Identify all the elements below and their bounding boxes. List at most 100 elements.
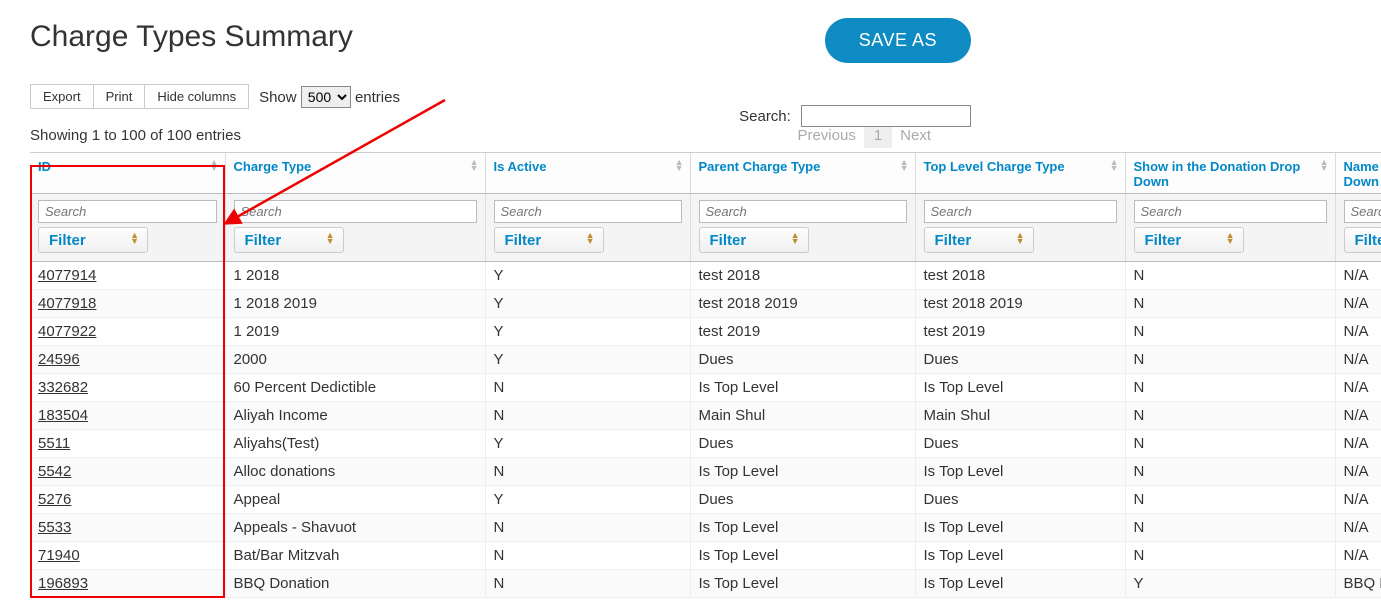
cell-par: Is Top Level [690,458,915,486]
cell-name: N/A [1335,262,1381,290]
id-link[interactable]: 71940 [38,547,80,564]
column-header-act[interactable]: Is Active▲▼ [485,153,690,194]
column-header-ct[interactable]: Charge Type▲▼ [225,153,485,194]
column-header-show[interactable]: Show in the Donation Drop Down▲▼ [1125,153,1335,194]
cell-id: 71940 [30,542,225,570]
column-header-name[interactable]: Name of Donation Drop Down▲▼ [1335,153,1381,194]
cell-ct: 1 2018 2019 [225,290,485,318]
cell-ct: Appeal [225,486,485,514]
cell-act: Y [485,290,690,318]
cell-act: N [485,458,690,486]
cell-show: N [1125,290,1335,318]
id-link[interactable]: 332682 [38,379,88,396]
cell-id: 4077914 [30,262,225,290]
cell-show: N [1125,318,1335,346]
entries-select[interactable]: 500 [301,86,351,108]
cell-id: 24596 [30,346,225,374]
id-link[interactable]: 4077922 [38,323,96,340]
entries-info: Showing 1 to 100 of 100 entries [30,127,241,144]
cell-act: Y [485,262,690,290]
table-row: 40779181 2018 2019Ytest 2018 2019test 20… [30,290,1381,318]
column-filter-act[interactable]: Filter▲▼ [494,227,604,253]
cell-par: Is Top Level [690,570,915,598]
cell-act: Y [485,430,690,458]
cell-name: N/A [1335,458,1381,486]
id-link[interactable]: 5276 [38,491,71,508]
chevron-sort-icon: ▲▼ [791,232,800,244]
hide-columns-button[interactable]: Hide columns [145,84,249,109]
cell-id: 4077918 [30,290,225,318]
cell-name: N/A [1335,346,1381,374]
toolbar: Export Print Hide columns Show 500 entri… [30,84,1351,109]
show-entries-prefix: Show [259,89,297,106]
column-search-top[interactable] [924,200,1117,223]
cell-ct: Aliyah Income [225,402,485,430]
cell-act: Y [485,486,690,514]
id-link[interactable]: 24596 [38,351,80,368]
column-filter-show[interactable]: Filter▲▼ [1134,227,1244,253]
cell-par: Dues [690,486,915,514]
cell-ct: 1 2018 [225,262,485,290]
column-search-show[interactable] [1134,200,1327,223]
id-link[interactable]: 5542 [38,463,71,480]
cell-top: Is Top Level [915,458,1125,486]
column-filter-id[interactable]: Filter▲▼ [38,227,148,253]
id-link[interactable]: 4077914 [38,267,96,284]
cell-top: Main Shul [915,402,1125,430]
column-search-ct[interactable] [234,200,477,223]
column-filter-par[interactable]: Filter▲▼ [699,227,809,253]
cell-show: Y [1125,570,1335,598]
column-filter-top[interactable]: Filter▲▼ [924,227,1034,253]
chevron-sort-icon: ▲▼ [1226,232,1235,244]
column-header-id[interactable]: ID▲▼ [30,153,225,194]
cell-par: test 2019 [690,318,915,346]
cell-act: N [485,542,690,570]
save-as-button[interactable]: SAVE AS [825,18,971,63]
column-search-id[interactable] [38,200,217,223]
cell-name: N/A [1335,542,1381,570]
cell-top: Dues [915,346,1125,374]
page-next[interactable]: Next [900,127,931,144]
chevron-sort-icon: ▲▼ [586,232,595,244]
column-header-par[interactable]: Parent Charge Type▲▼ [690,153,915,194]
cell-ct: BBQ Donation [225,570,485,598]
page-prev[interactable]: Previous [797,127,855,144]
cell-id: 5511 [30,430,225,458]
cell-par: Dues [690,430,915,458]
cell-name: N/A [1335,514,1381,542]
cell-top: test 2019 [915,318,1125,346]
cell-ct: Appeals - Shavuot [225,514,485,542]
id-link[interactable]: 5511 [38,435,70,452]
cell-id: 332682 [30,374,225,402]
column-filter-name[interactable]: Filter▲▼ [1344,227,1381,253]
cell-show: N [1125,542,1335,570]
id-link[interactable]: 196893 [38,575,88,592]
table-row: 183504Aliyah IncomeNMain ShulMain ShulNN… [30,402,1381,430]
sort-icon: ▲▼ [1320,159,1329,171]
table-row: 40779221 2019Ytest 2019test 2019NN/A [30,318,1381,346]
id-link[interactable]: 4077918 [38,295,96,312]
cell-name: N/A [1335,290,1381,318]
cell-top: test 2018 2019 [915,290,1125,318]
search-input[interactable] [801,105,971,127]
cell-top: Is Top Level [915,374,1125,402]
cell-act: N [485,514,690,542]
sort-icon: ▲▼ [210,159,219,171]
id-link[interactable]: 183504 [38,407,88,424]
column-filter-ct[interactable]: Filter▲▼ [234,227,344,253]
cell-act: N [485,374,690,402]
chevron-sort-icon: ▲▼ [130,232,139,244]
column-search-par[interactable] [699,200,907,223]
print-button[interactable]: Print [94,84,146,109]
column-header-top[interactable]: Top Level Charge Type▲▼ [915,153,1125,194]
cell-name: N/A [1335,430,1381,458]
cell-top: Dues [915,430,1125,458]
column-search-act[interactable] [494,200,682,223]
cell-ct: Aliyahs(Test) [225,430,485,458]
id-link[interactable]: 5533 [38,519,71,536]
export-button[interactable]: Export [30,84,94,109]
cell-name: N/A [1335,486,1381,514]
cell-ct: 1 2019 [225,318,485,346]
column-search-name[interactable] [1344,200,1381,223]
cell-par: Is Top Level [690,374,915,402]
